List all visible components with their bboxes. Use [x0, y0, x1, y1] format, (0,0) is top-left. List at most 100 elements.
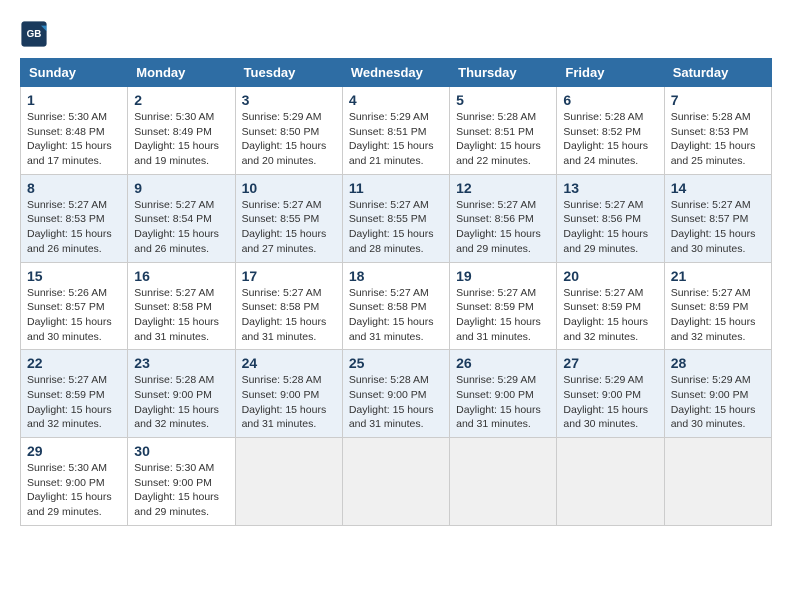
day-number: 15: [27, 268, 121, 284]
header-sunday: Sunday: [21, 59, 128, 87]
day-number: 1: [27, 92, 121, 108]
calendar-cell: 1 Sunrise: 5:30 AM Sunset: 8:48 PM Daylig…: [21, 87, 128, 175]
calendar-cell: 4Sunrise: 5:29 AM Sunset: 8:51 PM Daylig…: [342, 87, 449, 175]
day-info: Sunrise: 5:29 AM Sunset: 9:00 PM Dayligh…: [456, 373, 550, 432]
calendar-cell: [664, 438, 771, 526]
calendar-cell: 14 Sunrise: 5:27 AM Sunset: 8:57 PM Dayli…: [664, 174, 771, 262]
svg-text:GB: GB: [27, 29, 42, 40]
day-number: 18: [349, 268, 443, 284]
logo: GB: [20, 20, 52, 48]
header-friday: Friday: [557, 59, 664, 87]
header-monday: Monday: [128, 59, 235, 87]
calendar-cell: 9 Sunrise: 5:27 AM Sunset: 8:54 PM Daylig…: [128, 174, 235, 262]
day-info: Sunrise: 5:27 AM Sunset: 8:58 PM Dayligh…: [242, 286, 336, 345]
day-info: Sunrise: 5:27 AM Sunset: 8:55 PM Dayligh…: [349, 198, 443, 257]
day-number: 10: [242, 180, 336, 196]
day-info: Sunrise: 5:27 AM Sunset: 8:54 PM Dayligh…: [134, 198, 228, 257]
day-info: Sunrise: 5:28 AM Sunset: 8:51 PM Dayligh…: [456, 110, 550, 169]
day-info: Sunrise: 5:28 AM Sunset: 9:00 PM Dayligh…: [349, 373, 443, 432]
header-saturday: Saturday: [664, 59, 771, 87]
calendar-cell: 24 Sunrise: 5:28 AM Sunset: 9:00 PM Dayli…: [235, 350, 342, 438]
calendar-header-row: SundayMondayTuesdayWednesdayThursdayFrid…: [21, 59, 772, 87]
header-tuesday: Tuesday: [235, 59, 342, 87]
calendar-table: SundayMondayTuesdayWednesdayThursdayFrid…: [20, 58, 772, 526]
calendar-cell: 21 Sunrise: 5:27 AM Sunset: 8:59 PM Dayli…: [664, 262, 771, 350]
calendar-cell: [235, 438, 342, 526]
day-info: Sunrise: 5:27 AM Sunset: 8:59 PM Dayligh…: [27, 373, 121, 432]
calendar-cell: 16 Sunrise: 5:27 AM Sunset: 8:58 PM Dayli…: [128, 262, 235, 350]
day-number: 13: [563, 180, 657, 196]
day-number: 21: [671, 268, 765, 284]
day-info: Sunrise: 5:27 AM Sunset: 8:56 PM Dayligh…: [563, 198, 657, 257]
day-number: 24: [242, 355, 336, 371]
day-number: 30: [134, 443, 228, 459]
day-info: Sunrise: 5:27 AM Sunset: 8:59 PM Dayligh…: [671, 286, 765, 345]
day-number: 19: [456, 268, 550, 284]
day-number: 9: [134, 180, 228, 196]
calendar-cell: 2 Sunrise: 5:30 AM Sunset: 8:49 PM Daylig…: [128, 87, 235, 175]
day-info: Sunrise: 5:27 AM Sunset: 8:57 PM Dayligh…: [671, 198, 765, 257]
day-number: 23: [134, 355, 228, 371]
day-info: Sunrise: 5:30 AM Sunset: 9:00 PM Dayligh…: [134, 461, 228, 520]
calendar-cell: 25 Sunrise: 5:28 AM Sunset: 9:00 PM Dayli…: [342, 350, 449, 438]
calendar-cell: 20Sunrise: 5:27 AM Sunset: 8:59 PM Dayli…: [557, 262, 664, 350]
day-number: 14: [671, 180, 765, 196]
day-number: 28: [671, 355, 765, 371]
calendar-cell: 7 Sunrise: 5:28 AM Sunset: 8:53 PM Daylig…: [664, 87, 771, 175]
page-header: GB: [20, 20, 772, 48]
day-info: Sunrise: 5:27 AM Sunset: 8:58 PM Dayligh…: [349, 286, 443, 345]
day-info: Sunrise: 5:28 AM Sunset: 8:53 PM Dayligh…: [671, 110, 765, 169]
calendar-cell: 8 Sunrise: 5:27 AM Sunset: 8:53 PM Daylig…: [21, 174, 128, 262]
calendar-week-3: 15 Sunrise: 5:26 AM Sunset: 8:57 PM Dayli…: [21, 262, 772, 350]
calendar-cell: 17 Sunrise: 5:27 AM Sunset: 8:58 PM Dayli…: [235, 262, 342, 350]
header-wednesday: Wednesday: [342, 59, 449, 87]
calendar-week-2: 8 Sunrise: 5:27 AM Sunset: 8:53 PM Daylig…: [21, 174, 772, 262]
calendar-cell: 29Sunrise: 5:30 AM Sunset: 9:00 PM Dayli…: [21, 438, 128, 526]
calendar-cell: [342, 438, 449, 526]
day-number: 16: [134, 268, 228, 284]
calendar-cell: 11Sunrise: 5:27 AM Sunset: 8:55 PM Dayli…: [342, 174, 449, 262]
day-info: Sunrise: 5:28 AM Sunset: 8:52 PM Dayligh…: [563, 110, 657, 169]
day-info: Sunrise: 5:28 AM Sunset: 9:00 PM Dayligh…: [134, 373, 228, 432]
calendar-cell: 12Sunrise: 5:27 AM Sunset: 8:56 PM Dayli…: [450, 174, 557, 262]
calendar-cell: 27 Sunrise: 5:29 AM Sunset: 9:00 PM Dayli…: [557, 350, 664, 438]
calendar-cell: 5Sunrise: 5:28 AM Sunset: 8:51 PM Daylig…: [450, 87, 557, 175]
day-info: Sunrise: 5:30 AM Sunset: 9:00 PM Dayligh…: [27, 461, 121, 520]
calendar-cell: 26 Sunrise: 5:29 AM Sunset: 9:00 PM Dayli…: [450, 350, 557, 438]
day-info: Sunrise: 5:27 AM Sunset: 8:53 PM Dayligh…: [27, 198, 121, 257]
day-info: Sunrise: 5:27 AM Sunset: 8:59 PM Dayligh…: [456, 286, 550, 345]
day-info: Sunrise: 5:29 AM Sunset: 8:50 PM Dayligh…: [242, 110, 336, 169]
day-info: Sunrise: 5:28 AM Sunset: 9:00 PM Dayligh…: [242, 373, 336, 432]
day-number: 17: [242, 268, 336, 284]
calendar-cell: 6 Sunrise: 5:28 AM Sunset: 8:52 PM Daylig…: [557, 87, 664, 175]
day-info: Sunrise: 5:29 AM Sunset: 9:00 PM Dayligh…: [671, 373, 765, 432]
day-number: 27: [563, 355, 657, 371]
calendar-cell: [557, 438, 664, 526]
day-info: Sunrise: 5:29 AM Sunset: 9:00 PM Dayligh…: [563, 373, 657, 432]
calendar-cell: 10 Sunrise: 5:27 AM Sunset: 8:55 PM Dayli…: [235, 174, 342, 262]
day-number: 6: [563, 92, 657, 108]
calendar-week-5: 29Sunrise: 5:30 AM Sunset: 9:00 PM Dayli…: [21, 438, 772, 526]
day-number: 4: [349, 92, 443, 108]
day-number: 8: [27, 180, 121, 196]
calendar-cell: 23 Sunrise: 5:28 AM Sunset: 9:00 PM Dayli…: [128, 350, 235, 438]
calendar-week-4: 22 Sunrise: 5:27 AM Sunset: 8:59 PM Dayli…: [21, 350, 772, 438]
calendar-cell: 13 Sunrise: 5:27 AM Sunset: 8:56 PM Dayli…: [557, 174, 664, 262]
calendar-week-1: 1 Sunrise: 5:30 AM Sunset: 8:48 PM Daylig…: [21, 87, 772, 175]
day-number: 2: [134, 92, 228, 108]
day-info: Sunrise: 5:27 AM Sunset: 8:55 PM Dayligh…: [242, 198, 336, 257]
day-info: Sunrise: 5:30 AM Sunset: 8:49 PM Dayligh…: [134, 110, 228, 169]
day-info: Sunrise: 5:27 AM Sunset: 8:58 PM Dayligh…: [134, 286, 228, 345]
calendar-cell: 28 Sunrise: 5:29 AM Sunset: 9:00 PM Dayli…: [664, 350, 771, 438]
day-number: 7: [671, 92, 765, 108]
day-number: 26: [456, 355, 550, 371]
day-info: Sunrise: 5:27 AM Sunset: 8:59 PM Dayligh…: [563, 286, 657, 345]
logo-icon: GB: [20, 20, 48, 48]
calendar-cell: [450, 438, 557, 526]
day-info: Sunrise: 5:27 AM Sunset: 8:56 PM Dayligh…: [456, 198, 550, 257]
calendar-cell: 3Sunrise: 5:29 AM Sunset: 8:50 PM Daylig…: [235, 87, 342, 175]
day-info: Sunrise: 5:26 AM Sunset: 8:57 PM Dayligh…: [27, 286, 121, 345]
day-info: Sunrise: 5:30 AM Sunset: 8:48 PM Dayligh…: [27, 110, 121, 169]
day-number: 25: [349, 355, 443, 371]
day-number: 22: [27, 355, 121, 371]
